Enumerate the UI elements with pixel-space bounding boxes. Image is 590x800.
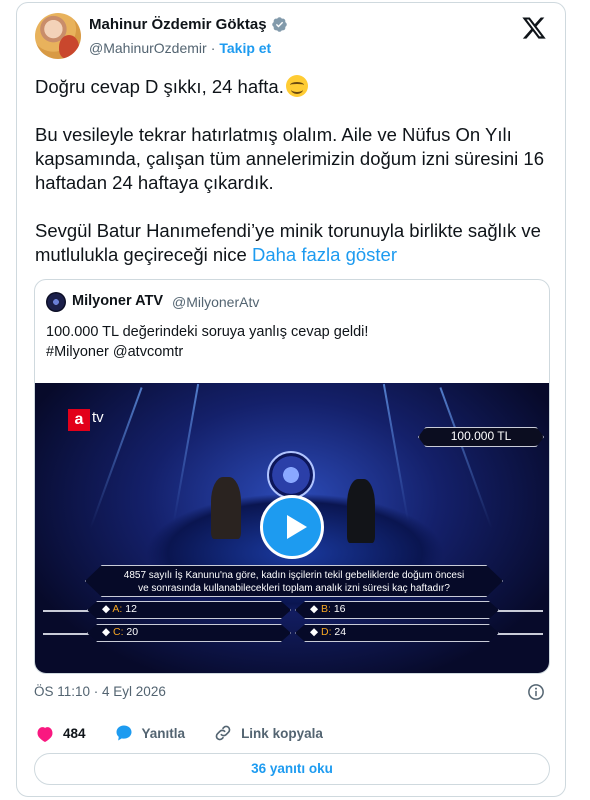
- answer-connector: [497, 610, 543, 612]
- author-avatar[interactable]: [35, 13, 81, 59]
- answer-d: ◆ D: 24: [295, 624, 499, 642]
- tweet-line-1: Doğru cevap D şıkkı, 24 hafta.: [35, 76, 284, 97]
- answer-c-value: 20: [126, 626, 139, 638]
- answer-b: ◆ B: 16: [295, 601, 499, 619]
- reply-bubble-icon: [116, 725, 132, 741]
- author-name[interactable]: Mahinur Özdemir Göktaş: [89, 16, 267, 33]
- question-box: 4857 sayılı İş Kanunu'na göre, kadın işç…: [85, 565, 503, 597]
- quote-author-name[interactable]: Milyoner ATV: [72, 293, 163, 309]
- tweet-line-2: Bu vesileyle tekrar hatırlatmış olalım. …: [35, 124, 545, 193]
- tweet-card: Mahinur Özdemir Göktaş @MahinurOzdemir ·…: [16, 2, 566, 797]
- info-icon[interactable]: [527, 683, 545, 701]
- read-replies-button[interactable]: 36 yanıtı oku: [34, 753, 550, 785]
- contestant: [211, 477, 241, 539]
- answer-a: ◆ A: 12: [87, 601, 291, 619]
- author-handle[interactable]: @MahinurOzdemir: [89, 40, 207, 56]
- answer-d-letter: D:: [321, 626, 332, 638]
- answer-c-letter: C:: [113, 626, 124, 638]
- video-player[interactable]: a tv 100.000 TL 4857 sayılı İş Kanunu'na…: [35, 383, 549, 673]
- like-button[interactable]: 484: [35, 723, 86, 743]
- prize-amount: 100.000 TL: [418, 427, 544, 447]
- quote-avatar[interactable]: [46, 292, 66, 312]
- host: [347, 479, 375, 543]
- channel-logo: a: [68, 409, 90, 431]
- answer-connector: [43, 633, 91, 635]
- answer-connector: [43, 610, 91, 612]
- copy-link-button[interactable]: Link kopyala: [213, 723, 323, 743]
- play-button-icon[interactable]: [260, 495, 324, 559]
- reply-button[interactable]: Yanıtla: [114, 723, 186, 743]
- like-count: 484: [63, 725, 86, 741]
- separator-dot: ·: [210, 40, 216, 56]
- x-logo-icon[interactable]: [521, 15, 547, 41]
- copy-link-label: Link kopyala: [241, 725, 323, 741]
- light-beam: [382, 383, 410, 523]
- answer-connector: [497, 633, 543, 635]
- follow-button[interactable]: Takip et: [219, 40, 271, 56]
- quote-author-handle: @MilyonerAtv: [172, 294, 260, 310]
- author-name-row[interactable]: Mahinur Özdemir Göktaş: [89, 16, 288, 33]
- answer-a-value: 12: [125, 603, 137, 615]
- answer-a-letter: A:: [112, 603, 123, 615]
- action-bar: 484 Yanıtla Link kopyala: [35, 723, 351, 743]
- smiling-face-emoji-icon: [285, 75, 308, 97]
- answer-b-letter: B:: [321, 603, 331, 615]
- question-line-1: 4857 sayılı İş Kanunu'na göre, kadın işç…: [123, 570, 465, 581]
- light-beam: [172, 383, 200, 523]
- answer-d-value: 24: [334, 626, 347, 638]
- verified-badge-icon: [271, 17, 287, 32]
- answer-c: ◆ C: 20: [87, 624, 291, 642]
- show-logo: [267, 451, 315, 499]
- light-beam: [439, 387, 493, 529]
- quote-text: 100.000 TL değerindeki soruya yanlış cev…: [46, 322, 536, 362]
- tweet-text: Doğru cevap D şıkkı, 24 hafta. Bu vesile…: [35, 75, 555, 267]
- question-line-2: ve sonrasında kullanabilecekleri toplam …: [138, 583, 450, 594]
- channel-logo-tv: tv: [92, 409, 104, 426]
- link-icon: [215, 725, 231, 741]
- quote-text-line-2: #Milyoner @atvcomtr: [46, 344, 184, 360]
- show-more-link[interactable]: Daha fazla göster: [252, 244, 397, 265]
- heart-icon: [37, 727, 53, 742]
- tweet-timestamp[interactable]: ÖS 11:10 · 4 Eyl 2026: [34, 684, 166, 699]
- quote-text-line-1: 100.000 TL değerindeki soruya yanlış cev…: [46, 324, 369, 340]
- author-handle-row: @MahinurOzdemir · Takip et: [89, 40, 271, 56]
- reply-label: Yanıtla: [141, 725, 186, 741]
- quoted-tweet[interactable]: Milyoner ATV @MilyonerAtv 100.000 TL değ…: [34, 279, 550, 674]
- answer-b-value: 16: [333, 603, 346, 615]
